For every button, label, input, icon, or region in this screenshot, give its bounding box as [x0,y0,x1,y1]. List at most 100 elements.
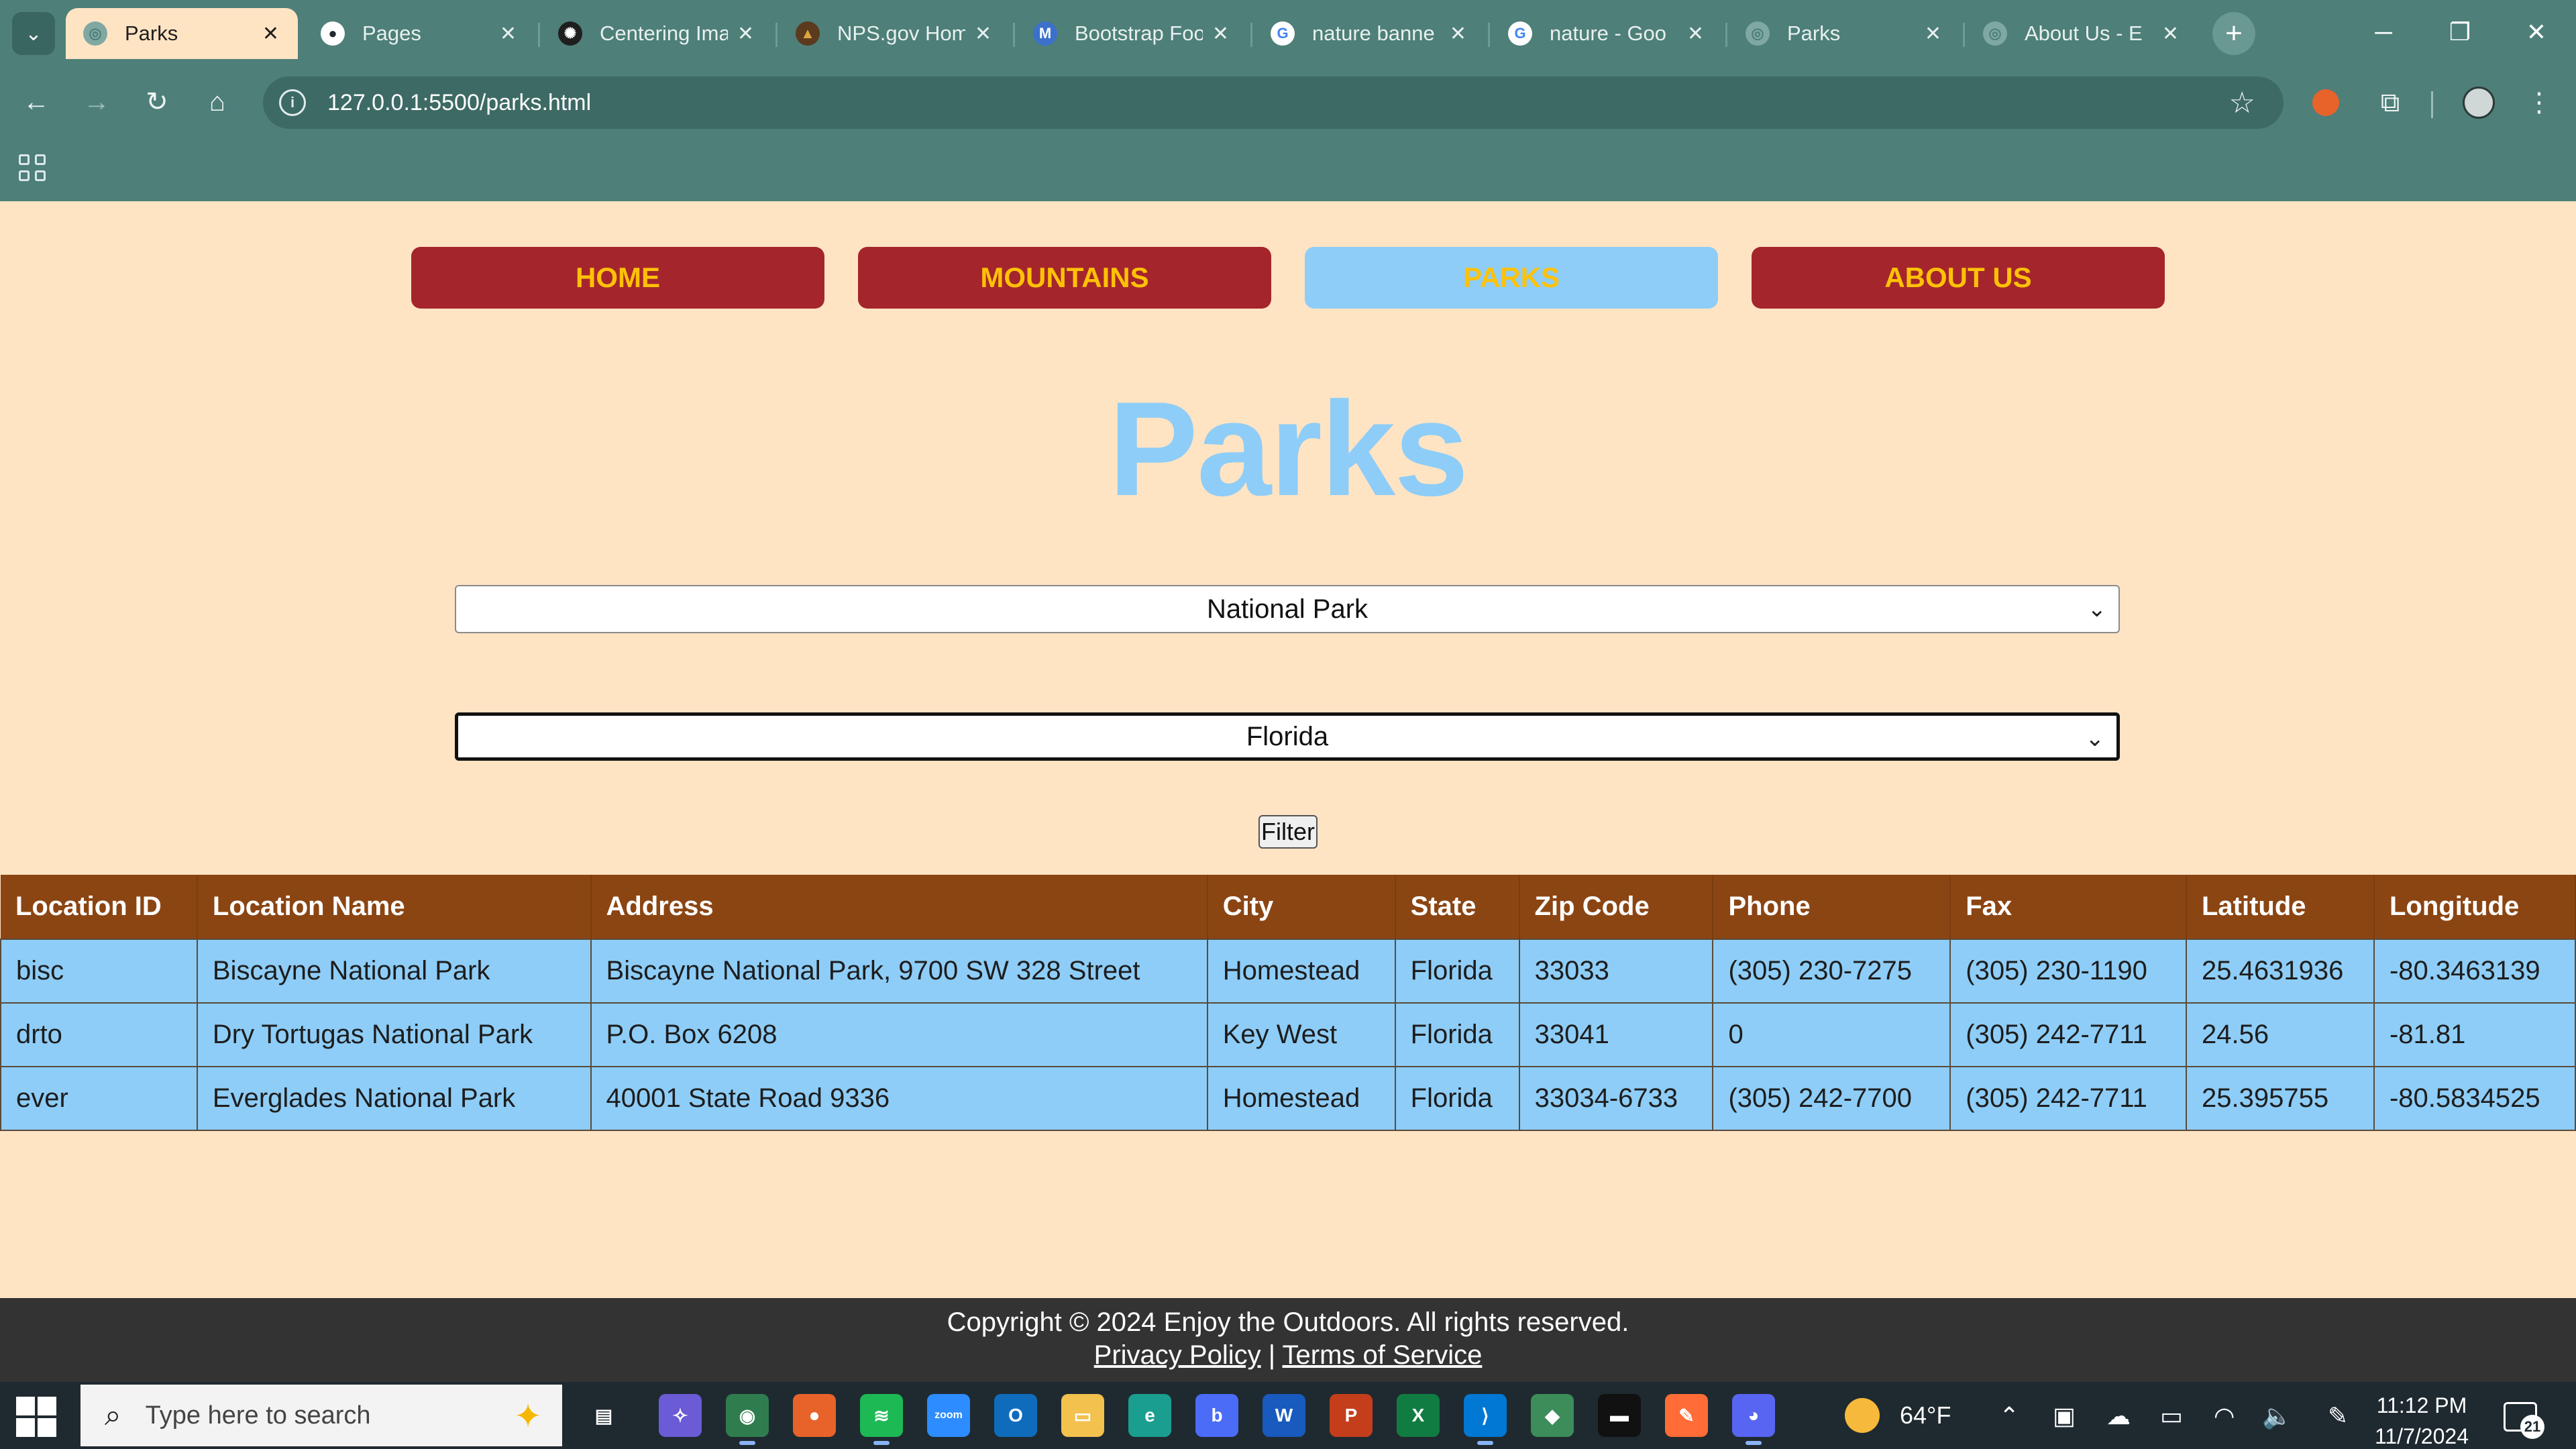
windows-taskbar: ⌕ Type here to search ✦ ▤ ✧ ◉ ● ≋ zoom O ▭ e b W P X… [0,1382,2576,1449]
browser-tab[interactable]: ✺ Centering Ima ✕ [541,8,773,59]
nps-arrowhead-icon: ▲ [796,21,820,46]
bookmark-star-icon[interactable]: ☆ [2229,86,2255,120]
firefox-icon[interactable]: ● [793,1394,836,1437]
meet-now-icon[interactable]: ▣ [2053,1402,2076,1430]
windows-start-icon[interactable] [16,1397,56,1437]
tab-separator [1250,23,1252,47]
bing-icon[interactable]: b [1195,1394,1238,1437]
browser-tab[interactable]: Gnature - Goo ✕ [1491,8,1723,59]
terminal-icon[interactable]: ▬ [1598,1394,1641,1437]
file-explorer-icon[interactable]: ▭ [1061,1394,1104,1437]
discord-icon[interactable]: ◕ [1732,1394,1775,1445]
table-cell: Dry Tortugas National Park [196,1002,592,1067]
address-bar[interactable]: i 127.0.0.1:5500/parks.html ☆ [263,76,2284,129]
column-header: Zip Code [1519,875,1714,939]
postman-icon[interactable]: ✎ [1665,1394,1708,1437]
vscode-icon[interactable]: ⟩ [1464,1394,1507,1445]
privacy-policy-link[interactable]: Privacy Policy [1094,1340,1261,1370]
table-cell: 25.4631936 [2186,938,2375,1004]
nav-about-us[interactable]: ABOUT US [1752,247,2165,309]
close-tab-icon[interactable]: ✕ [262,22,279,46]
weather-temp: 64°F [1900,1401,1951,1429]
word-icon[interactable]: W [1263,1394,1305,1437]
weather-widget[interactable]: 64°F [1845,1398,1951,1433]
terms-of-service-link[interactable]: Terms of Service [1283,1340,1483,1370]
close-tab-icon[interactable]: ✕ [1450,22,1466,46]
back-button[interactable]: ← [15,80,58,123]
close-tab-icon[interactable]: ✕ [975,22,991,46]
table-cell: Florida [1394,1066,1520,1131]
table-row: bisc Biscayne National Park Biscayne Natio… [0,938,2576,1004]
profile-avatar[interactable] [2461,85,2497,121]
page-footer: Copyright © 2024 Enjoy the Outdoors. All… [0,1298,2576,1382]
restore-button[interactable]: ❐ [2430,11,2490,54]
task-view-icon[interactable]: ▤ [582,1394,625,1437]
notification-count: 21 [2520,1415,2544,1439]
browser-tab[interactable]: Gnature banne ✕ [1253,8,1485,59]
table-cell: (305) 242-7711 [1949,1002,2187,1067]
show-hidden-icons-chevron[interactable]: ⌃ [1999,1402,2019,1430]
park-type-select[interactable]: National Park ⌄ [455,585,2120,633]
browser-tab[interactable]: M Bootstrap Foo ✕ [1016,8,1248,59]
onedrive-icon[interactable]: ☁ [2106,1402,2131,1430]
browser-tab[interactable]: ◎ Parks ✕ [1728,8,1960,59]
url-text: 127.0.0.1:5500/parks.html [327,89,592,115]
notification-center-icon[interactable]: 21 [2504,1402,2544,1439]
table-cell: 24.56 [2186,1002,2375,1067]
browser-menu-icon[interactable]: ⋮ [2521,85,2557,121]
table-cell: -80.5834525 [2373,1066,2576,1131]
nav-mountains[interactable]: MOUNTAINS [858,247,1271,309]
nav-parks[interactable]: PARKS [1305,247,1718,309]
state-value: Florida [1246,721,1329,751]
nav-home[interactable]: HOME [411,247,824,309]
state-select[interactable]: Florida ⌄ [455,712,2120,761]
reload-button[interactable]: ↻ [136,80,178,123]
close-tab-icon[interactable]: ✕ [1925,22,1941,46]
outlook-icon[interactable]: O [994,1394,1037,1437]
powerpoint-icon[interactable]: P [1330,1394,1373,1437]
forward-button[interactable]: → [75,80,118,123]
column-header: State [1395,875,1520,939]
browser-tab[interactable]: ● Pages ✕ [303,8,535,59]
table-cell: 25.395755 [2186,1066,2375,1131]
close-tab-icon[interactable]: ✕ [1212,22,1229,46]
apps-grid-icon[interactable] [19,154,46,181]
system-clock[interactable]: 11:12 PM 11/7/2024 [2375,1390,2469,1449]
extensions-puzzle-icon[interactable]: ⧉ [2372,85,2408,121]
table-cell: 40001 State Road 9336 [590,1066,1208,1131]
column-header: City [1207,875,1396,939]
github-icon: ● [321,21,345,46]
zoom-icon[interactable]: zoom [927,1394,970,1437]
mdb-icon: M [1033,21,1057,46]
extension-firefox-icon[interactable] [2308,85,2344,121]
close-tab-icon[interactable]: ✕ [1687,22,1704,46]
git-icon[interactable]: ◆ [1531,1394,1574,1437]
chrome-icon[interactable]: ◉ [726,1394,769,1445]
battery-icon[interactable]: ▭ [2160,1402,2183,1430]
new-tab-button[interactable]: + [2212,12,2255,55]
browser-tab[interactable]: ◎ Parks ✕ [66,8,298,59]
close-window-button[interactable]: ✕ [2506,11,2567,54]
edge-icon[interactable]: e [1128,1394,1171,1437]
excel-icon[interactable]: X [1397,1394,1440,1437]
home-button[interactable]: ⌂ [196,80,239,123]
browser-tab[interactable]: ▲ NPS.gov Hom ✕ [778,8,1010,59]
filter-button[interactable]: Filter [1258,815,1318,849]
minimize-button[interactable]: ─ [2353,11,2414,54]
park-type-value: National Park [1206,594,1368,624]
footer-separator: | [1268,1340,1276,1370]
copilot-icon[interactable]: ✧ [659,1394,702,1437]
table-cell: Biscayne National Park, 9700 SW 328 Stre… [590,938,1208,1004]
close-tab-icon[interactable]: ✕ [2162,22,2179,46]
close-tab-icon[interactable]: ✕ [500,22,517,46]
taskbar-search-box[interactable]: ⌕ Type here to search ✦ [80,1385,562,1446]
site-info-icon[interactable]: i [279,89,306,116]
pen-icon[interactable]: ✎ [2328,1402,2348,1430]
spotify-icon[interactable]: ≋ [860,1394,903,1445]
volume-icon[interactable]: 🔈 [2262,1402,2292,1430]
parks-table: Location ID Location Name Address City State… [0,875,2576,1131]
tab-search-button[interactable]: ⌄ [12,12,55,55]
browser-tab[interactable]: ◎ About Us - E ✕ [1966,8,2198,59]
wifi-icon[interactable]: ◠ [2214,1402,2235,1430]
close-tab-icon[interactable]: ✕ [737,22,754,46]
